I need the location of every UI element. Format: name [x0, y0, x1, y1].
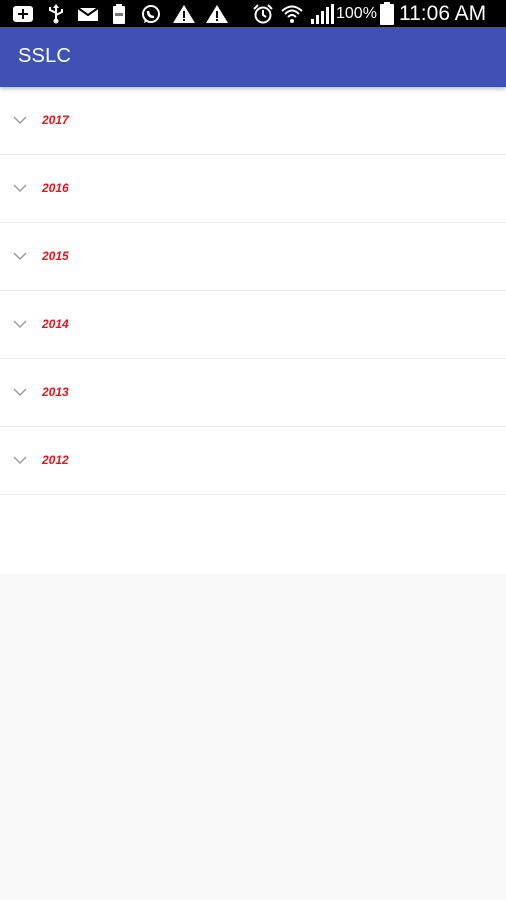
battery-percent: 100%	[336, 5, 377, 22]
add-box-icon	[13, 6, 33, 22]
warning-icon	[173, 5, 195, 23]
year-row-2017[interactable]: 2017	[0, 87, 506, 155]
year-label: 2013	[42, 385, 69, 399]
warning-icon	[206, 5, 228, 23]
year-label: 2015	[42, 249, 69, 263]
year-row-2014[interactable]: 2014	[0, 291, 506, 359]
year-row-2013[interactable]: 2013	[0, 359, 506, 427]
year-label: 2016	[42, 181, 69, 195]
page-title: SSLC	[18, 45, 72, 67]
year-row-2015[interactable]: 2015	[0, 223, 506, 291]
chevron-down-icon	[13, 116, 27, 125]
year-label: 2014	[42, 317, 69, 331]
signal-icon	[311, 4, 334, 24]
year-row-2016[interactable]: 2016	[0, 155, 506, 223]
wifi-icon	[281, 5, 303, 23]
chevron-down-icon	[13, 388, 27, 397]
battery-icon	[380, 2, 394, 25]
year-label: 2012	[42, 453, 69, 467]
chevron-down-icon	[13, 456, 27, 465]
year-label: 2017	[42, 113, 69, 127]
alarm-icon	[253, 4, 273, 24]
clock: 11:06 AM	[399, 2, 487, 25]
whatsapp-icon	[142, 5, 160, 23]
mail-icon	[77, 7, 99, 21]
chevron-down-icon	[13, 320, 27, 329]
usb-icon	[49, 4, 63, 24]
year-list: 2017 2016 2015 2014 2013 2012	[0, 87, 506, 574]
battery-saver-icon	[113, 4, 125, 24]
chevron-down-icon	[13, 184, 27, 193]
app-bar: SSLC	[0, 27, 506, 87]
status-bar: 100% 11:06 AM	[0, 0, 506, 27]
year-row-2012[interactable]: 2012	[0, 427, 506, 495]
chevron-down-icon	[13, 252, 27, 261]
